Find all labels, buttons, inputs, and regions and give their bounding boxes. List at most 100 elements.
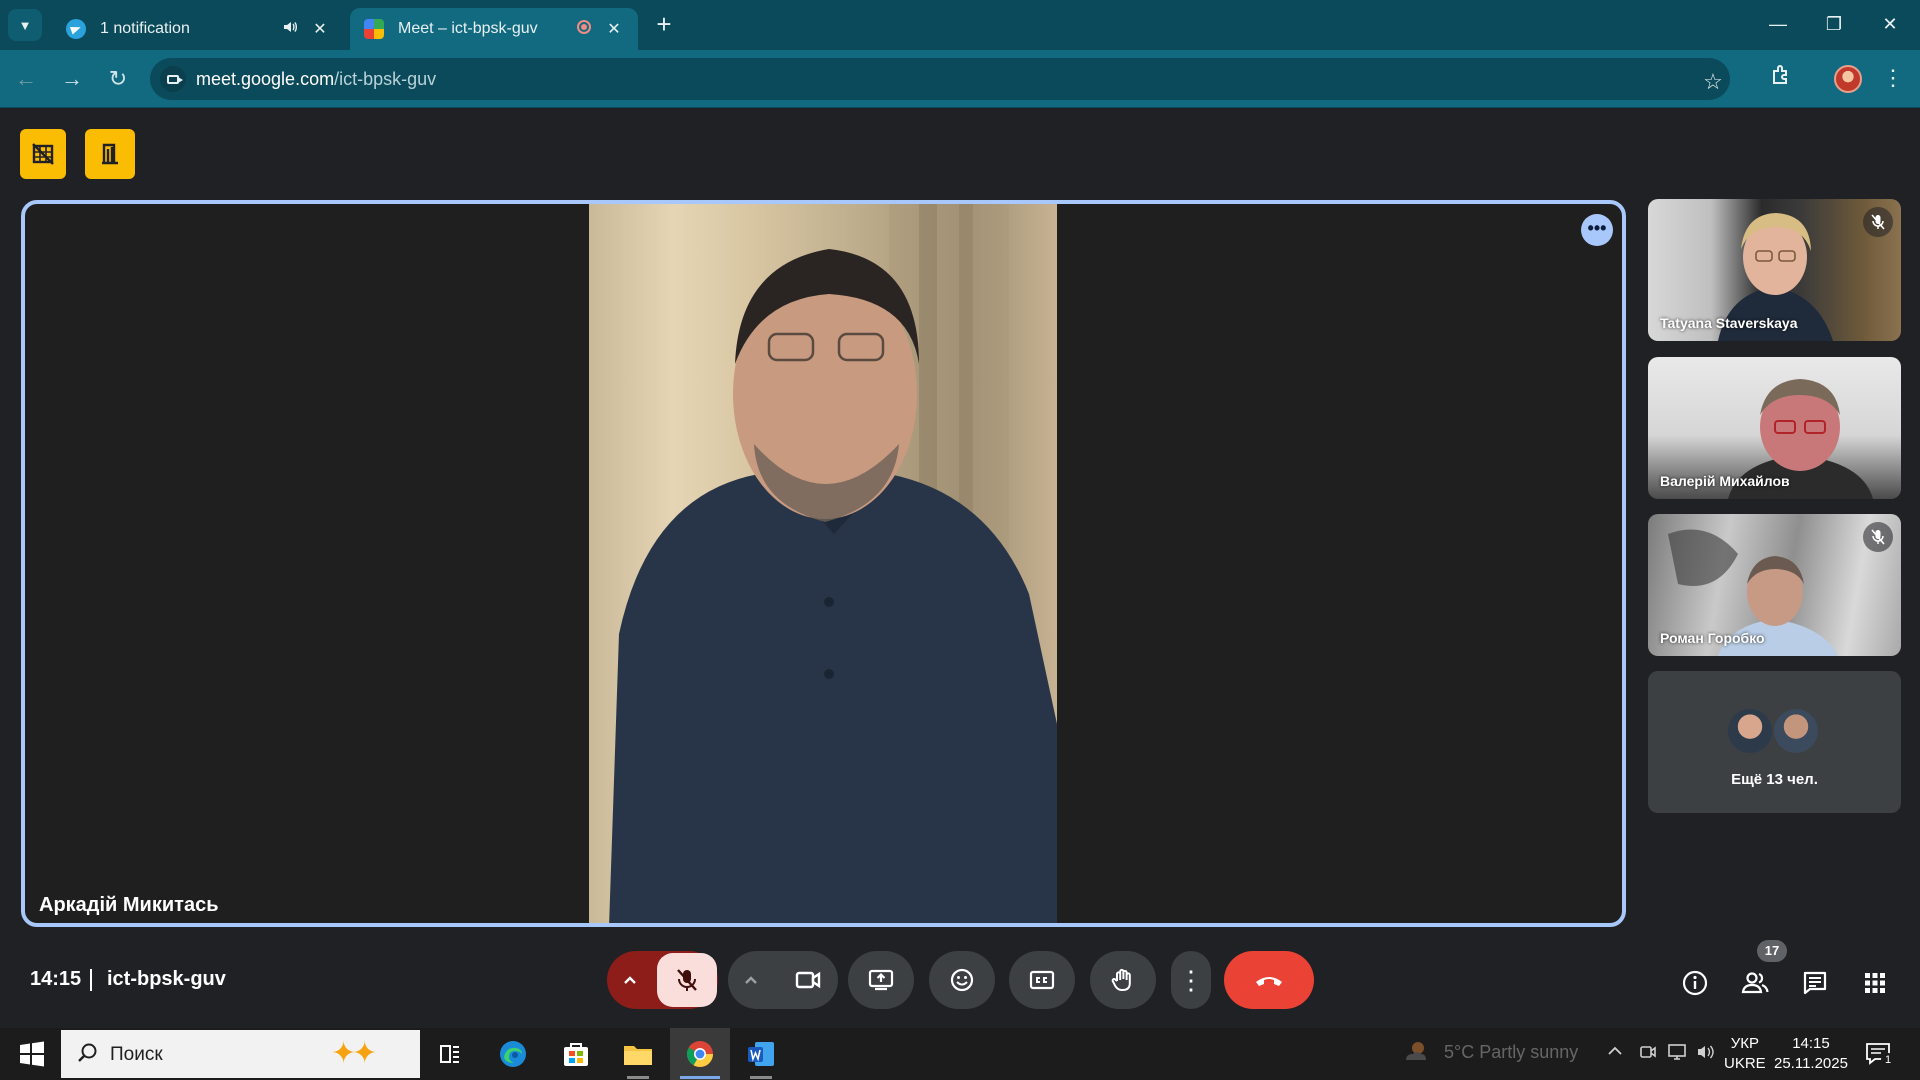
search-placeholder: Поиск [110, 1044, 163, 1065]
hangup-icon [1256, 977, 1282, 986]
tab-meet[interactable]: Meet – ict-bpsk-guv ✕ [350, 8, 638, 50]
avatar [1772, 707, 1820, 755]
profile-avatar[interactable] [1834, 65, 1862, 93]
weather-text[interactable]: 5°C Partly sunny [1444, 1042, 1578, 1063]
no-video-grid-icon [32, 143, 54, 165]
people-icon [1741, 972, 1769, 994]
browser-menu-icon[interactable]: ⋮ [1882, 63, 1904, 93]
leave-call-button[interactable] [1224, 951, 1314, 1009]
forward-button[interactable]: → [56, 63, 88, 95]
microsoft-store-icon[interactable] [556, 1034, 596, 1074]
taskbar-search-box[interactable]: Поиск ✦✦ [61, 1030, 420, 1078]
divider [90, 969, 92, 991]
video-settings-chevron-up-icon[interactable] [728, 951, 773, 1009]
url-text: meet.google.com/ict-bpsk-guv [196, 69, 436, 90]
participant-tile[interactable]: Роман Горобко [1648, 514, 1901, 656]
lang-top: УКР [1730, 1035, 1759, 1052]
meeting-code[interactable]: ict-bpsk-guv [107, 968, 226, 991]
hand-icon [1111, 968, 1131, 991]
participant-name: Tatyana Staverskaya [1660, 315, 1798, 331]
door-icon [102, 143, 118, 165]
bookmark-star-icon[interactable]: ☆ [1700, 69, 1726, 95]
more-participants-label: Ещё 13 чел. [1731, 771, 1818, 788]
url-host: meet.google.com [196, 69, 335, 89]
windows-taskbar: Поиск ✦✦ 5°C Partly sunny УКР UKRE 14:15… [0, 1028, 1920, 1080]
people-button[interactable] [1735, 963, 1775, 1003]
restore-button[interactable]: ❐ [1814, 10, 1854, 38]
file-explorer-icon[interactable] [618, 1034, 658, 1074]
activities-button[interactable] [1855, 963, 1895, 1003]
door-button[interactable] [85, 129, 135, 179]
system-clock[interactable]: 14:15 25.11.2025 [1774, 1034, 1848, 1074]
chrome-icon[interactable] [680, 1034, 720, 1074]
speaker-icon[interactable] [280, 19, 300, 39]
copilot-sparkle-icon: ✦✦ [331, 1037, 377, 1070]
search-icon [78, 1043, 97, 1062]
meeting-details-button[interactable] [1675, 963, 1715, 1003]
tab-telegram[interactable]: 1 notification ✕ [52, 8, 344, 50]
clock-date: 25.11.2025 [1774, 1055, 1848, 1072]
volume-icon[interactable] [1696, 1042, 1716, 1067]
camera-icon [795, 971, 821, 989]
microphone-button[interactable] [657, 953, 717, 1007]
reactions-button[interactable] [929, 951, 995, 1009]
browser-tab-strip: ▼ 1 notification ✕ Meet – ict-bpsk-guv ✕… [0, 0, 1920, 50]
active-indicator [680, 1076, 720, 1079]
running-indicator [750, 1076, 772, 1079]
captions-button[interactable] [1009, 951, 1075, 1009]
audio-settings-chevron-up-icon[interactable] [607, 951, 652, 1009]
reload-button[interactable]: ↻ [102, 63, 134, 95]
info-icon [1682, 970, 1708, 996]
url-path: /ict-bpsk-guv [334, 69, 437, 89]
main-speaker-name: Аркадій Микитась [39, 894, 219, 916]
layout-toggle-button[interactable] [20, 129, 66, 179]
speaker-figure [609, 204, 1057, 923]
main-speaker-tile[interactable]: Аркадій Микитась ••• [21, 200, 1626, 927]
running-indicator [627, 1076, 649, 1079]
windows-start-icon[interactable] [12, 1040, 52, 1068]
telegram-icon [66, 19, 86, 39]
captions-icon [1029, 970, 1055, 990]
apps-grid-icon [1865, 973, 1885, 993]
more-participants-tile[interactable]: Ещё 13 чел. [1648, 671, 1901, 813]
site-info-icon[interactable] [160, 66, 186, 92]
address-bar[interactable]: meet.google.com/ict-bpsk-guv ☆ [150, 58, 1730, 100]
task-view-icon[interactable] [430, 1034, 470, 1074]
tab-title: 1 notification [100, 20, 190, 37]
chat-button[interactable] [1795, 963, 1835, 1003]
input-language-indicator[interactable]: УКР UKRE [1724, 1034, 1766, 1074]
avatar [1726, 707, 1774, 755]
tab-search-button[interactable]: ▼ [8, 9, 42, 41]
minimize-button[interactable]: — [1758, 10, 1798, 38]
back-button[interactable]: ← [10, 63, 42, 95]
participant-count-badge: 17 [1757, 940, 1787, 962]
participant-tile[interactable]: Валерій Михайлов [1648, 357, 1901, 499]
close-icon[interactable]: ✕ [310, 19, 330, 39]
tile-options-icon[interactable]: ••• [1581, 214, 1613, 246]
lang-bottom: UKRE [1724, 1055, 1766, 1072]
raise-hand-button[interactable] [1090, 951, 1156, 1009]
speaker-video [589, 204, 1057, 923]
recording-icon [574, 20, 594, 38]
tray-chevron-up-icon[interactable] [1606, 1042, 1624, 1065]
present-screen-button[interactable] [848, 951, 914, 1009]
extensions-icon[interactable] [1766, 63, 1796, 93]
mic-off-icon [677, 969, 697, 991]
close-icon[interactable]: ✕ [604, 19, 624, 39]
camera-button[interactable] [778, 951, 838, 1009]
more-options-icon[interactable]: ⋮ [1171, 951, 1211, 1009]
meeting-time: 14:15 [30, 968, 82, 990]
muted-mic-icon [1863, 207, 1893, 237]
new-tab-button[interactable]: + [650, 10, 678, 38]
word-icon[interactable] [741, 1034, 781, 1074]
meet-stage: Аркадій Микитась ••• Tatyana Staverskaya… [0, 108, 1920, 1028]
present-screen-icon [868, 969, 894, 991]
participant-tile[interactable]: Tatyana Staverskaya [1648, 199, 1901, 341]
notification-center-icon[interactable]: 1 [1864, 1040, 1895, 1068]
weather-partly-sunny-icon[interactable] [1402, 1038, 1430, 1066]
meet-tray-icon[interactable] [1638, 1042, 1658, 1067]
close-window-button[interactable]: ✕ [1870, 10, 1910, 38]
meet-favicon-icon [364, 19, 384, 39]
network-icon[interactable] [1666, 1042, 1688, 1067]
edge-browser-icon[interactable] [493, 1034, 533, 1074]
